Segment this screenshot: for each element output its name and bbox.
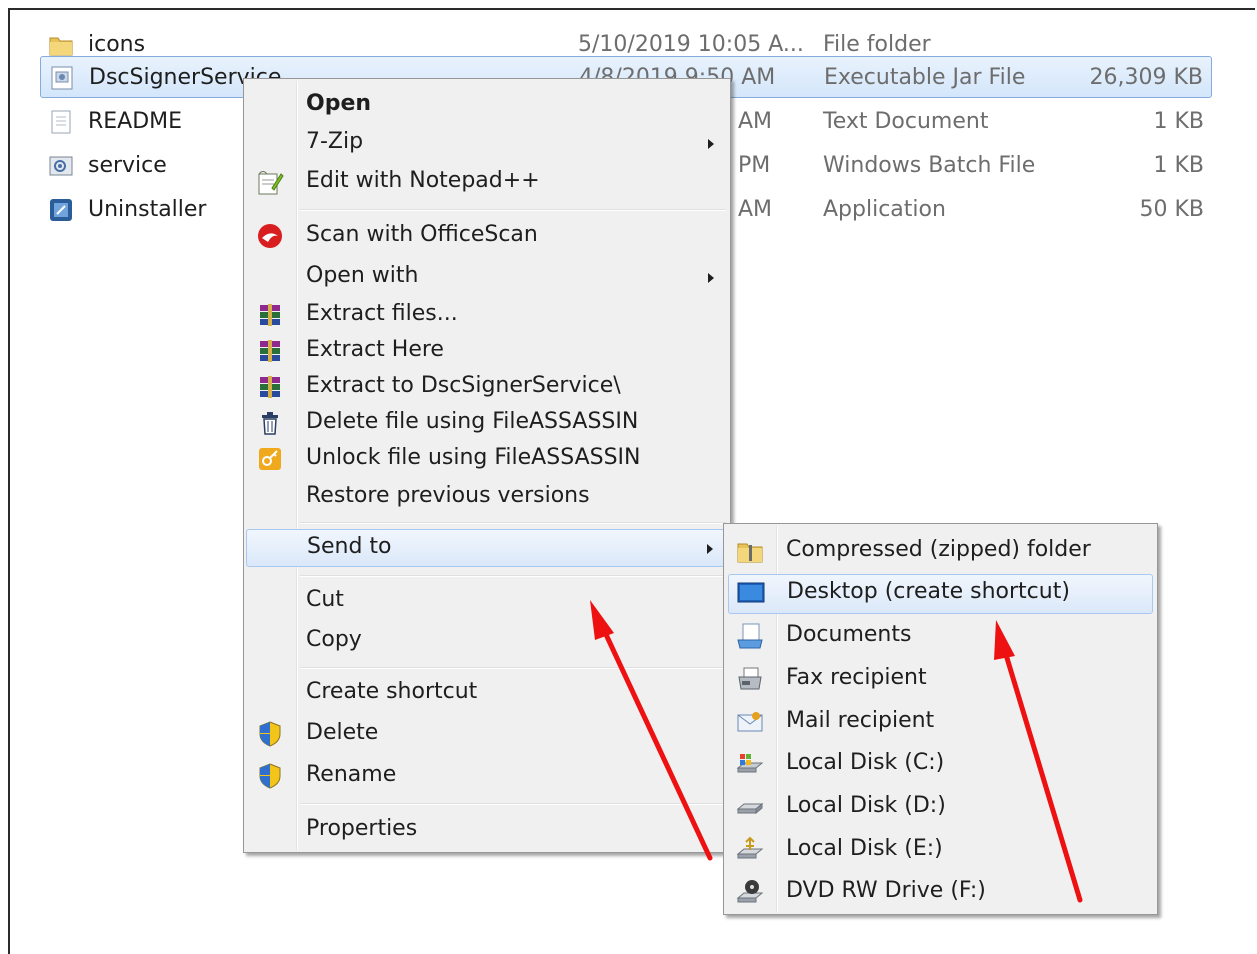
- annotation-arrow-send-to: [590, 600, 713, 861]
- annotation-arrows: [590, 600, 1083, 903]
- annotation-arrow-desktop: [994, 620, 1083, 903]
